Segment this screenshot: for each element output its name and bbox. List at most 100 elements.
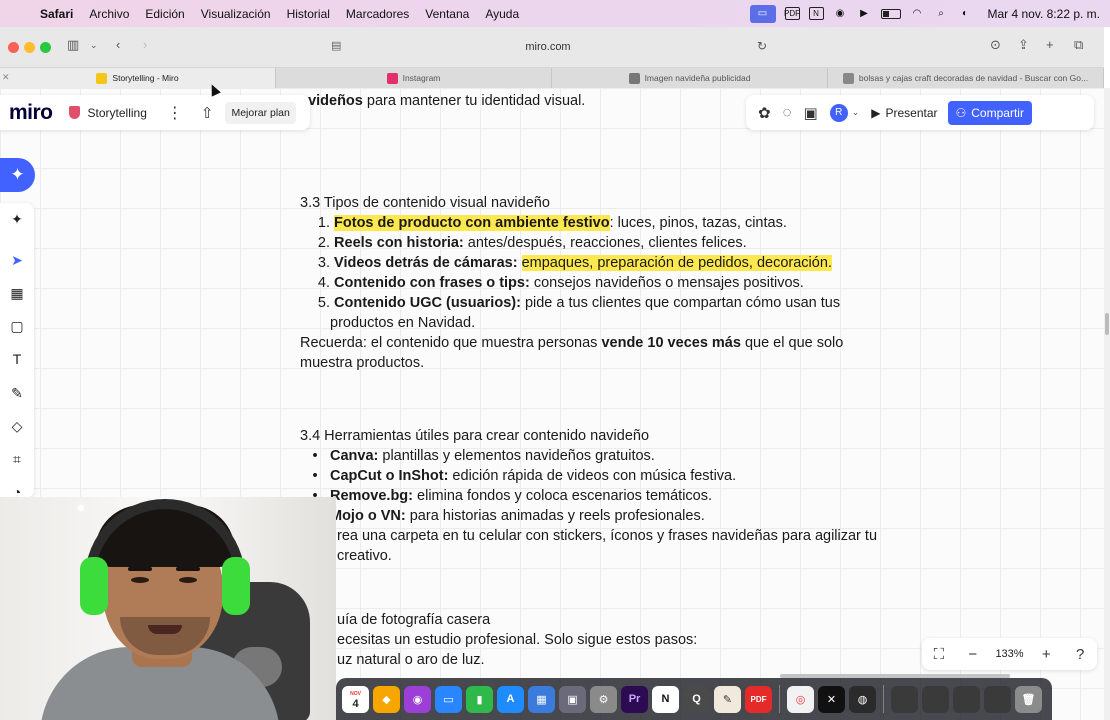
sheets-icon[interactable]: ▦ bbox=[528, 685, 555, 713]
capcut-icon[interactable]: ✕ bbox=[818, 685, 845, 713]
ai-assistant-button[interactable]: ✦ bbox=[0, 158, 35, 192]
board-name[interactable]: Storytelling bbox=[88, 106, 147, 120]
obs-icon[interactable]: ◍ bbox=[849, 685, 876, 713]
share-button[interactable]: ⚇ Compartir bbox=[947, 100, 1032, 125]
avatar[interactable]: R bbox=[829, 103, 848, 122]
pdf-menu-icon[interactable]: PDF bbox=[784, 7, 800, 20]
screen-mirroring-icon[interactable]: ▭ bbox=[749, 4, 776, 23]
airdrop-icon[interactable]: ◉ bbox=[833, 7, 848, 20]
trash-icon[interactable]: 🗑 bbox=[1015, 685, 1042, 713]
list-item: rea una carpeta en tu celular con sticke… bbox=[337, 528, 878, 544]
tab-imagen-navidena[interactable]: Imagen navideña publicidad bbox=[552, 68, 828, 88]
help-icon[interactable]: ? bbox=[1063, 646, 1097, 663]
minimize-window-button[interactable] bbox=[24, 42, 35, 53]
notion-icon[interactable]: N bbox=[652, 685, 679, 713]
premiere-icon[interactable]: Pr bbox=[621, 685, 648, 713]
tab-overview-icon[interactable]: ⧉ bbox=[1074, 37, 1083, 53]
scrollbar-thumb[interactable] bbox=[1105, 313, 1109, 335]
close-window-button[interactable] bbox=[8, 42, 19, 53]
forward-icon[interactable]: › bbox=[143, 37, 147, 52]
menu-archivo[interactable]: Archivo bbox=[89, 7, 129, 21]
notion-menu-icon[interactable]: N bbox=[808, 7, 824, 20]
video-call-icon[interactable]: ▣ bbox=[804, 104, 818, 122]
sidebar-icon[interactable]: ▥ bbox=[67, 37, 79, 53]
downloads-icon[interactable]: ⊙ bbox=[990, 37, 1001, 53]
tab-instagram[interactable]: Instagram bbox=[276, 68, 552, 88]
zoom-out-button[interactable]: − bbox=[956, 646, 990, 663]
select-cursor-icon[interactable]: ➤ bbox=[8, 251, 26, 269]
calendar-icon[interactable]: NOV 4 bbox=[342, 685, 369, 713]
address-bar[interactable]: ▤ miro.com ↻ bbox=[323, 35, 773, 59]
shapes-icon[interactable]: ◇ bbox=[8, 417, 26, 435]
list-item: 5. Contenido UGC (usuarios): pide a tus … bbox=[300, 293, 840, 313]
text: plantillas y elementos navideños gratuit… bbox=[378, 448, 655, 464]
upgrade-plan-button[interactable]: Mejorar plan bbox=[225, 101, 296, 124]
wifi-icon[interactable]: ◠ bbox=[910, 7, 925, 20]
tab-google-search[interactable]: bolsas y cajas craft decoradas de navida… bbox=[828, 68, 1104, 88]
close-tab-icon[interactable]: ✕ bbox=[2, 72, 10, 83]
ai-sparkle-icon[interactable]: ✦ bbox=[8, 210, 26, 228]
text-tool-icon[interactable]: T bbox=[8, 350, 26, 368]
numbers-icon[interactable]: ▮ bbox=[466, 685, 493, 713]
settings-icon[interactable]: ⚙ bbox=[590, 685, 617, 713]
zoom-in-button[interactable]: + bbox=[1029, 646, 1063, 663]
quicktime-icon[interactable]: Q bbox=[683, 685, 710, 713]
sketch-icon[interactable]: ◆ bbox=[373, 685, 400, 713]
new-tab-icon[interactable]: + bbox=[1046, 37, 1054, 52]
search-icon[interactable]: ⌕ bbox=[934, 7, 949, 20]
menu-marcadores[interactable]: Marcadores bbox=[346, 7, 409, 21]
minimized-window-icon[interactable] bbox=[922, 685, 949, 713]
share-icon[interactable]: ⇪ bbox=[1018, 37, 1029, 53]
sticky-note-icon[interactable]: ▢ bbox=[8, 317, 26, 335]
tab-bar: ✕ Storytelling - Miro Instagram Imagen n… bbox=[0, 68, 1104, 88]
comments-icon[interactable]: ◌ bbox=[783, 104, 792, 121]
battery-icon[interactable] bbox=[880, 8, 901, 19]
menu-visualizacion[interactable]: Visualización bbox=[201, 7, 271, 21]
miro-logo[interactable]: miro bbox=[9, 101, 53, 125]
pdf-icon[interactable]: PDF bbox=[745, 685, 772, 713]
bold-text: vende 10 veces más bbox=[601, 335, 741, 351]
fit-to-screen-icon[interactable]: ⛶ bbox=[922, 646, 956, 663]
export-icon[interactable]: ⇧ bbox=[201, 104, 214, 122]
page-menu-icon[interactable]: ▤ bbox=[331, 39, 341, 52]
podcasts-icon[interactable]: ◉ bbox=[404, 685, 431, 713]
menu-ayuda[interactable]: Ayuda bbox=[485, 7, 519, 21]
list-item-continuation: productos en Navidad. bbox=[330, 315, 476, 331]
zoom-level[interactable]: 133% bbox=[990, 648, 1030, 660]
keynote-icon[interactable]: ▭ bbox=[435, 685, 462, 713]
present-button[interactable]: ▶ Presentar bbox=[871, 106, 937, 120]
reactions-icon[interactable]: ✿ bbox=[758, 104, 771, 122]
minimized-window-icon[interactable] bbox=[891, 685, 918, 713]
more-options-icon[interactable]: ⋮ bbox=[167, 103, 183, 123]
chrome-icon[interactable]: ◎ bbox=[787, 685, 814, 713]
section-heading-3-3: 3.3 Tipos de contenido visual navideño bbox=[300, 195, 550, 211]
play-icon[interactable]: ▶ bbox=[857, 7, 872, 20]
menu-historial[interactable]: Historial bbox=[287, 7, 330, 21]
templates-icon[interactable]: ▦ bbox=[8, 284, 26, 302]
bold-text: Remove.bg: bbox=[330, 488, 413, 504]
chevron-down-icon[interactable]: ⌄ bbox=[90, 40, 98, 51]
reload-icon[interactable]: ↻ bbox=[757, 39, 767, 53]
chevron-down-icon[interactable]: ⌄ bbox=[852, 107, 860, 118]
control-center-icon[interactable]: ◐ bbox=[958, 7, 973, 20]
zoom-window-button[interactable] bbox=[40, 42, 51, 53]
frame-icon[interactable]: ⌗ bbox=[8, 450, 26, 468]
minimized-window-icon[interactable] bbox=[953, 685, 980, 713]
list-item-continuation: creativo. bbox=[337, 548, 392, 564]
back-icon[interactable]: ‹ bbox=[116, 37, 120, 52]
minimized-window-icon[interactable] bbox=[984, 685, 1011, 713]
pen-icon[interactable]: ✎ bbox=[8, 384, 26, 402]
menu-clock[interactable]: Mar 4 nov. 8:22 p. m. bbox=[988, 7, 1101, 21]
menu-ventana[interactable]: Ventana bbox=[425, 7, 469, 21]
list-number: 4. bbox=[317, 275, 330, 291]
menu-edicion[interactable]: Edición bbox=[145, 7, 184, 21]
pencil-icon[interactable]: ✎ bbox=[714, 685, 741, 713]
app-store-icon[interactable]: A bbox=[497, 685, 524, 713]
menu-app-safari[interactable]: Safari bbox=[40, 7, 73, 21]
tab-storytelling-miro[interactable]: Storytelling - Miro bbox=[0, 68, 276, 88]
person-mouth bbox=[148, 625, 182, 634]
list-item: • Remove.bg: elimina fondos y coloca esce… bbox=[300, 486, 712, 506]
screenshot-icon[interactable]: ▣ bbox=[559, 685, 586, 713]
vertical-scrollbar[interactable] bbox=[1104, 88, 1110, 720]
list-number: 3. bbox=[317, 255, 330, 271]
